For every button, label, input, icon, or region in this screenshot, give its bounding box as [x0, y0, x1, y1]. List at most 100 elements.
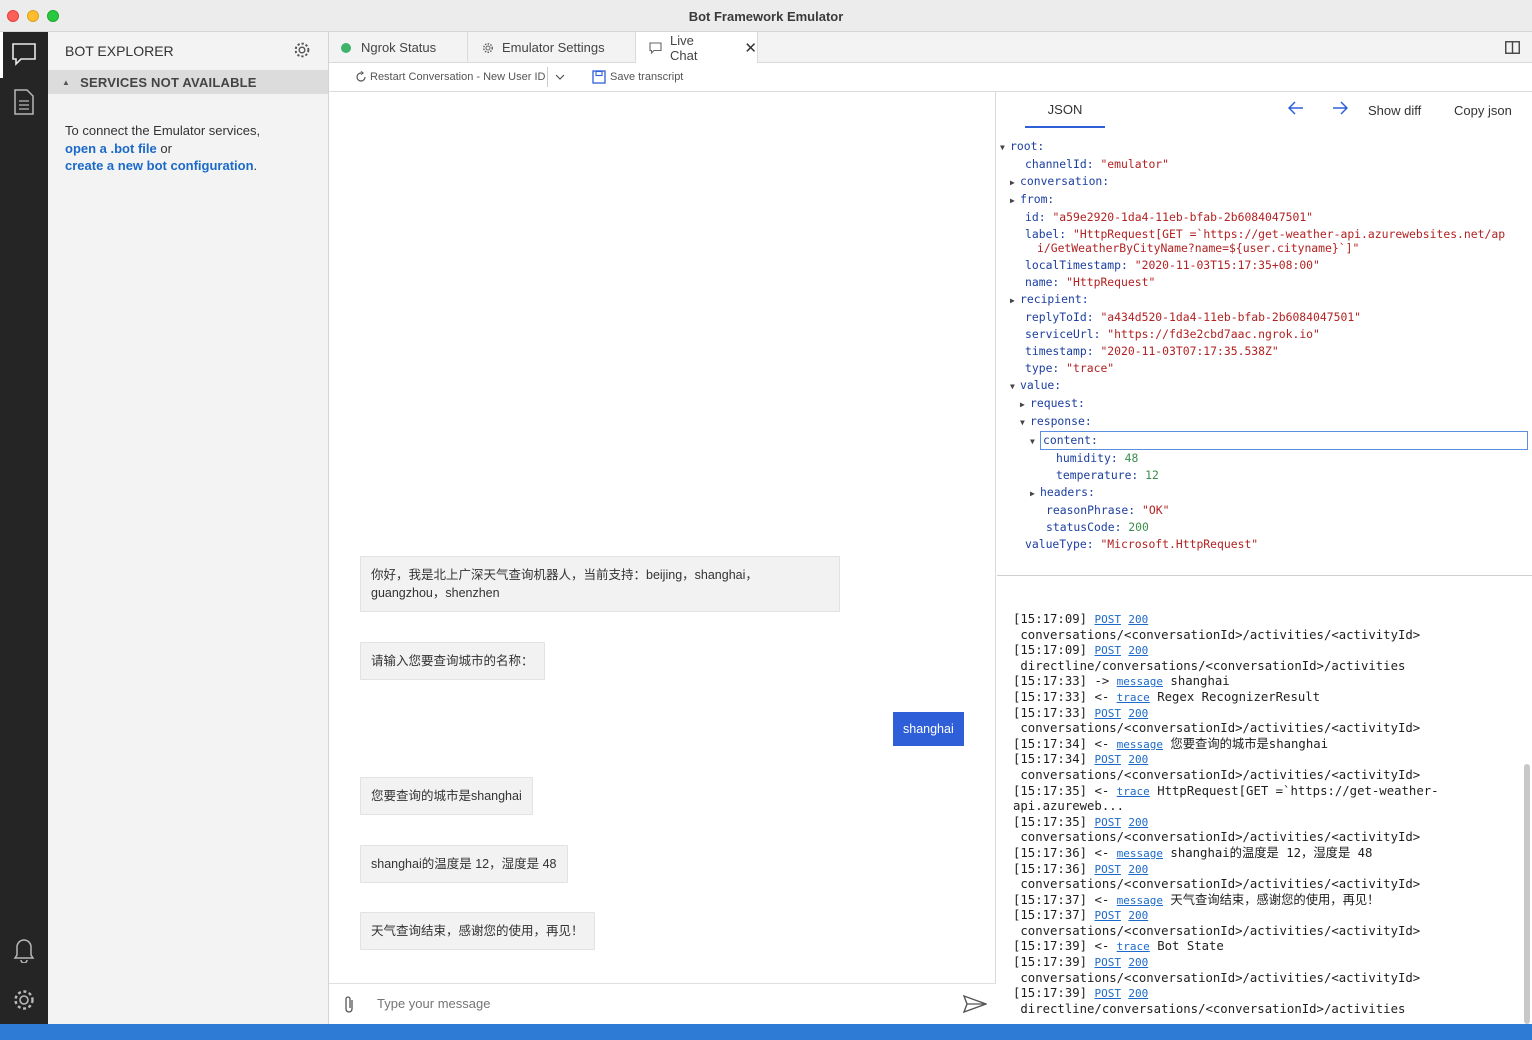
json-tree: ▼ root: channelId: "emulator" ▶ conversati… — [997, 138, 1532, 553]
log-activity-link[interactable]: POST — [1094, 707, 1121, 720]
message-input[interactable] — [377, 996, 937, 1011]
log-activity-link[interactable]: POST — [1094, 909, 1121, 922]
gear-icon[interactable] — [10, 986, 38, 1014]
log-activity-link[interactable]: message — [1117, 675, 1163, 688]
log-activity-link[interactable]: message — [1117, 847, 1163, 860]
show-diff-button[interactable]: Show diff — [1368, 103, 1421, 118]
log-activity-link[interactable]: POST — [1094, 987, 1121, 1000]
log-activity-link[interactable]: POST — [1094, 816, 1121, 829]
restart-conversation-button[interactable]: Restart Conversation - New User ID — [355, 71, 545, 83]
tree-node[interactable]: ▼ root: — [997, 138, 1532, 156]
tree-leaf: id: "a59e2920-1da4-11eb-bfab-2b608404750… — [1025, 210, 1314, 224]
copy-json-button[interactable]: Copy json — [1454, 103, 1512, 118]
save-label: Save transcript — [610, 71, 684, 83]
expanded-arrow-icon: ▼ — [1020, 418, 1025, 427]
log-row: directline/conversations/<conversationId… — [1013, 659, 1532, 675]
explorer-settings-icon[interactable] — [293, 41, 311, 62]
log-activity-link[interactable]: trace — [1117, 785, 1150, 798]
log-time: [15:17:34] — [1013, 752, 1088, 767]
log-activity-link[interactable]: message — [1117, 738, 1163, 751]
log-direction: -> — [1087, 674, 1110, 689]
log-row: [15:17:09] POST 200 — [1013, 612, 1532, 628]
bot-explorer-title: BOT EXPLORER — [65, 43, 174, 59]
inspector-header: JSON Show diff Copy json — [997, 92, 1532, 130]
split-editor-icon[interactable] — [1505, 41, 1520, 59]
tab-emulator-settings[interactable]: Emulator Settings — [468, 32, 636, 63]
log-activity-link[interactable]: POST — [1094, 753, 1121, 766]
send-icon[interactable] — [963, 995, 987, 1013]
arrow-left-icon[interactable] — [1287, 101, 1304, 118]
bot-message[interactable]: shanghai的温度是 12，湿度是 48 — [360, 845, 568, 883]
tree-leaf: valueType: "Microsoft.HttpRequest" — [1025, 537, 1259, 551]
restart-dropdown[interactable] — [547, 67, 565, 87]
log-direction: <- — [1087, 736, 1110, 751]
tree-node[interactable]: ▼ value: — [997, 377, 1532, 395]
bot-message[interactable]: 天气查询结束，感谢您的使用，再见！ — [360, 912, 595, 950]
tree-node[interactable]: ▶ request: — [997, 395, 1532, 413]
log-activity-link[interactable]: POST — [1094, 613, 1121, 626]
save-transcript-button[interactable]: Save transcript — [592, 70, 683, 84]
log-row: [15:17:36] <- message shanghai的温度是 12，湿度… — [1013, 846, 1532, 862]
window-title: Bot Framework Emulator — [688, 9, 844, 24]
log-text: shanghai的温度是 12，湿度是 48 — [1163, 845, 1373, 860]
services-section-header[interactable]: ▲ SERVICES NOT AVAILABLE — [48, 70, 328, 94]
log-activity-link[interactable]: trace — [1117, 691, 1150, 704]
tree-node[interactable]: ▶ recipient: — [997, 291, 1532, 309]
tab-ngrok-status[interactable]: Ngrok Status — [329, 32, 468, 63]
create-bot-config-link[interactable]: create a new bot configuration — [65, 158, 254, 173]
tree-node[interactable]: ▼ response: — [997, 413, 1532, 431]
bot-message[interactable]: 你好，我是北上广深天气查询机器人，当前支持：beijing，shanghai，g… — [360, 556, 840, 612]
log-status-code-link[interactable]: 200 — [1128, 707, 1148, 720]
log-row: [15:17:39] POST 200 — [1013, 955, 1532, 971]
log-status-code-link[interactable]: 200 — [1128, 644, 1148, 657]
log-activity-link[interactable]: trace — [1117, 940, 1150, 953]
log-activity-link[interactable]: message — [1117, 894, 1163, 907]
log-direction: <- — [1087, 939, 1110, 954]
log-panel[interactable]: [15:17:09] POST 200 conversations/<conve… — [997, 576, 1532, 1024]
chat-transcript[interactable]: 你好，我是北上广深天气查询机器人，当前支持：beijing，shanghai，g… — [329, 92, 996, 983]
log-time: [15:17:35] — [1013, 783, 1088, 798]
log-activity-link[interactable]: POST — [1094, 956, 1121, 969]
restart-label: Restart Conversation - New User ID — [370, 71, 546, 83]
expanded-arrow-icon: ▼ — [1000, 143, 1005, 152]
collapsed-arrow-icon: ▶ — [1020, 400, 1025, 409]
log-time: [15:17:34] — [1013, 736, 1088, 751]
chat-icon[interactable] — [10, 40, 38, 68]
user-message[interactable]: shanghai — [893, 712, 964, 746]
arrow-right-icon[interactable] — [1332, 101, 1349, 118]
log-activity-link[interactable]: POST — [1094, 644, 1121, 657]
tab-json[interactable]: JSON — [1025, 92, 1105, 128]
expanded-arrow-icon: ▼ — [1010, 382, 1015, 391]
log-status-code-link[interactable]: 200 — [1128, 956, 1148, 969]
window-titlebar: Bot Framework Emulator — [0, 0, 1532, 32]
tree-leaf: type: "trace" — [1025, 361, 1115, 375]
open-bot-file-link[interactable]: open a .bot file — [65, 141, 157, 156]
document-icon[interactable] — [10, 88, 38, 116]
tree-node[interactable]: ▶ conversation: — [997, 173, 1532, 191]
rail-active-indicator — [0, 32, 3, 78]
log-row: [15:17:34] <- message 您要查询的城市是shanghai — [1013, 737, 1532, 753]
log-row: api.azureweb... — [1013, 799, 1532, 815]
tree-leaf: replyToId: "a434d520-1da4-11eb-bfab-2b60… — [1025, 310, 1362, 324]
collapsed-arrow-icon: ▶ — [1010, 196, 1015, 205]
bot-message[interactable]: 请输入您要查询城市的名称： — [360, 642, 545, 680]
paperclip-icon[interactable] — [342, 994, 356, 1016]
log-status-code-link[interactable]: 200 — [1128, 816, 1148, 829]
log-time: [15:17:36] — [1013, 861, 1088, 876]
log-status-code-link[interactable]: 200 — [1128, 909, 1148, 922]
log-status-code-link[interactable]: 200 — [1128, 613, 1148, 626]
collapsed-arrow-icon: ▶ — [1010, 178, 1015, 187]
tree-node[interactable]: ▼ content: — [997, 431, 1532, 450]
tree-node[interactable]: ▶ from: — [997, 191, 1532, 209]
log-status-code-link[interactable]: 200 — [1128, 863, 1148, 876]
log-status-code-link[interactable]: 200 — [1128, 987, 1148, 1000]
log-scrollbar[interactable] — [1524, 764, 1530, 1024]
tab-live-chat[interactable]: Live Chat ✕ — [636, 32, 758, 64]
bot-message[interactable]: 您要查询的城市是shanghai — [360, 777, 533, 815]
close-tab-icon[interactable]: ✕ — [744, 39, 757, 57]
log-activity-link[interactable]: POST — [1094, 863, 1121, 876]
bell-icon[interactable] — [10, 936, 38, 964]
tree-node[interactable]: ▶ headers: — [997, 484, 1532, 502]
log-status-code-link[interactable]: 200 — [1128, 753, 1148, 766]
log-text: conversations/<conversationId>/activitie… — [1013, 877, 1421, 892]
